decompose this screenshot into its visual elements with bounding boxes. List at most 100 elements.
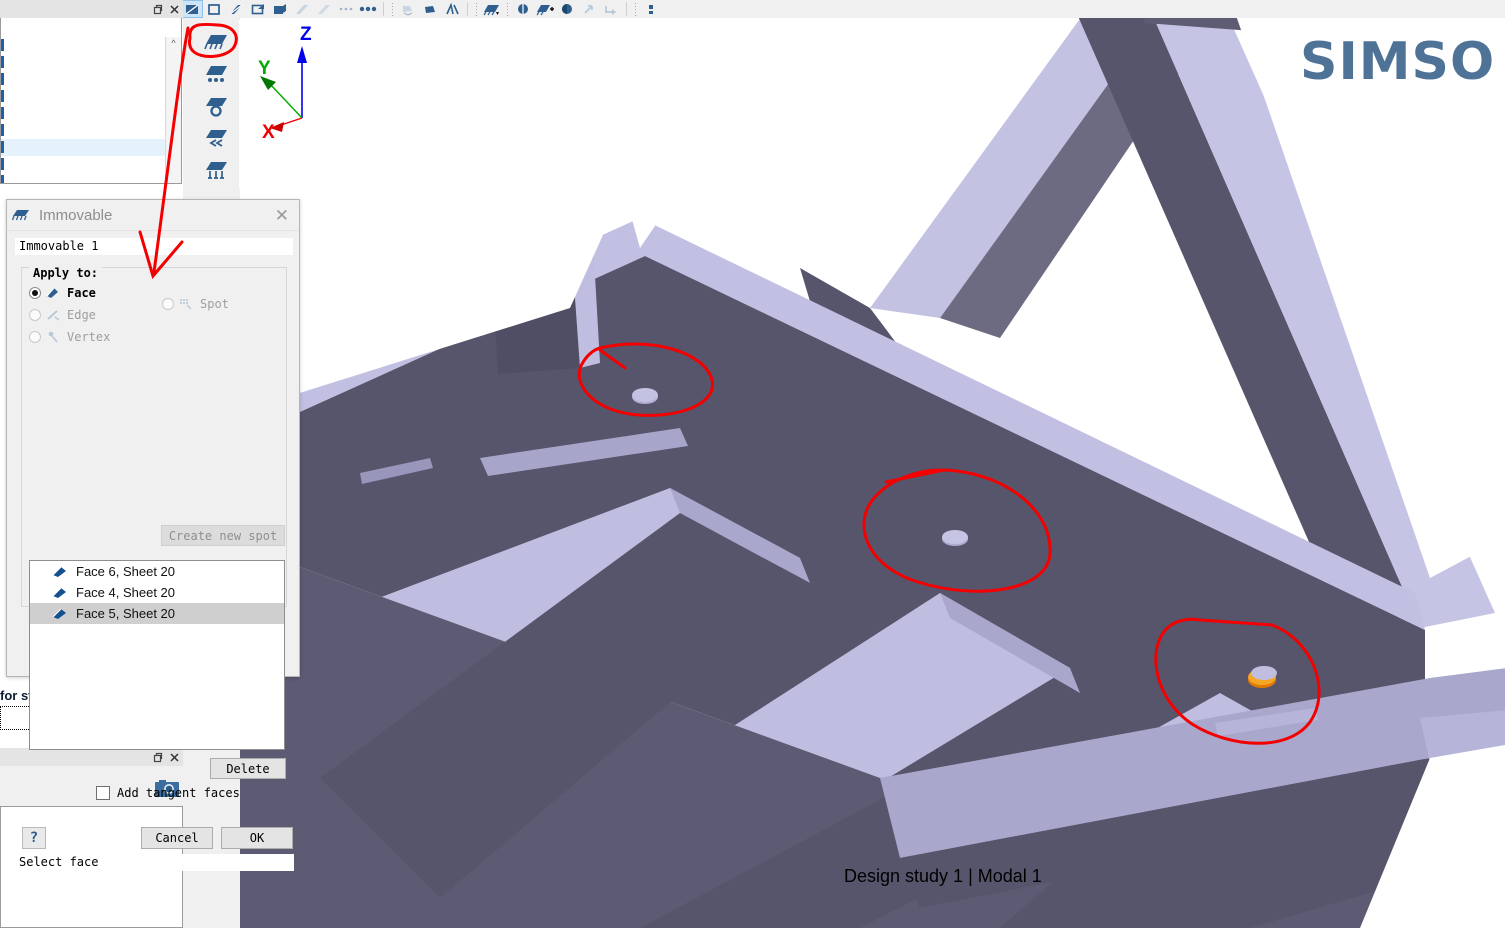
radio-face[interactable]: Face [29,286,96,300]
symmetric-icon[interactable] [199,122,233,154]
tree-row[interactable] [1,88,167,105]
toolbar-grip[interactable] [475,2,478,16]
arrow-right-icon[interactable] [600,0,622,18]
edge-icon [46,308,61,322]
left-panel-bottom-titlebar [0,748,183,766]
tree-row[interactable] [1,71,167,88]
axis-label-z: Z [300,24,312,45]
close-icon[interactable] [166,749,183,765]
create-new-spot-button[interactable]: Create new spot [161,525,285,546]
list-item-selected[interactable]: Face 5, Sheet 20 [30,603,284,624]
tree-row-marker [1,175,4,183]
immovable-plus-icon[interactable] [534,0,556,18]
ellipsis-small-icon[interactable] [335,0,357,18]
pressure-icon[interactable] [556,0,578,18]
list-item[interactable]: Face 4, Sheet 20 [30,582,284,603]
arrow-up-icon[interactable] [578,0,600,18]
add-tangent-faces-checkbox[interactable] [96,786,110,800]
axis-label-x: X [262,122,275,143]
tree-row-marker [1,107,4,119]
tree-row[interactable] [1,156,167,173]
radio-label-vertex: Vertex [67,330,110,344]
immovable-icon [11,208,31,222]
hidden-icon[interactable] [313,0,335,18]
radio-dot [32,290,38,296]
transparent-icon[interactable] [247,0,269,18]
close-icon[interactable]: ✕ [275,207,295,224]
toolbar-group-view [397,0,463,18]
wireframe-icon[interactable] [203,0,225,18]
toolbar-grip[interactable] [506,2,509,16]
immovable-dots-icon[interactable] [199,58,233,90]
add-tangent-faces-label: Add tangent faces [117,786,240,800]
toolbar-grip[interactable] [391,2,394,16]
close-icon[interactable] [166,1,183,17]
radio-indicator-face[interactable] [29,287,41,299]
face-icon [46,286,61,300]
constraint-toolbar-filler-left [183,18,193,188]
tree-row[interactable] [1,37,167,54]
tree-row-marker [1,56,4,68]
immovable-dialog[interactable]: Immovable ✕ Immovable 1 Apply to: Face E… [6,199,300,677]
immovable-icon[interactable] [199,26,233,58]
list-item-label: Face 5, Sheet 20 [76,606,175,621]
radio-vertex[interactable]: Vertex [29,330,110,344]
axis-triad: Z Y X [240,18,330,143]
zoom-window-icon[interactable] [441,0,463,18]
tree-row[interactable] [1,173,167,183]
toolbar-separator [626,2,627,16]
ellipsis-large-icon[interactable] [357,0,379,18]
radio-spot[interactable]: Spot [162,297,229,311]
radio-edge[interactable]: Edge [29,308,96,322]
radio-indicator-spot[interactable] [162,298,174,310]
tree-row-marker [1,73,4,85]
delete-button[interactable]: Delete [210,758,286,779]
selected-faces-list[interactable]: Face 6, Sheet 20 Face 4, Sheet 20 Face 5… [29,560,285,750]
column-icon[interactable] [640,0,662,18]
rotate-icon[interactable] [419,0,441,18]
spot-icon [179,297,194,311]
tree-row[interactable] [1,122,167,139]
restore-icon[interactable] [149,749,166,765]
immovable-add-icon[interactable] [481,0,503,18]
model-tree[interactable] [1,37,167,183]
tree-row[interactable] [1,54,167,71]
face-icon [52,565,68,579]
toolbar-grip[interactable] [634,2,637,16]
vertex-icon [46,330,61,344]
constraint-toolbar[interactable] [193,18,239,188]
radio-indicator-edge[interactable] [29,309,41,321]
dialog-titlebar[interactable]: Immovable ✕ [7,200,299,231]
toolbar-group-constraints [481,0,622,18]
left-panel-top[interactable]: ^ [0,18,182,184]
tree-row[interactable] [1,105,167,122]
ok-button[interactable]: OK [221,827,293,849]
radio-label-face: Face [67,286,96,300]
scroll-up-arrow[interactable]: ^ [171,37,175,49]
dialog-status-bar: Select face [15,854,294,871]
3d-viewport[interactable]: SIMSO Design study 1 | Modal 1 Z Y X [240,18,1505,928]
add-tangent-faces-row[interactable]: Add tangent faces [96,786,240,800]
axis-label-y: Y [258,58,271,79]
solid-icon[interactable] [269,0,291,18]
support-icon[interactable] [199,154,233,186]
list-item[interactable]: Face 6, Sheet 20 [30,561,284,582]
tree-row-selected[interactable] [1,139,167,156]
ghost-icon[interactable] [291,0,313,18]
sliding-icon[interactable] [199,90,233,122]
toolbar-separator [383,2,384,16]
force-icon[interactable] [512,0,534,18]
constraint-name-input[interactable]: Immovable 1 [15,238,293,255]
shaded-edges-icon[interactable] [225,0,247,18]
apply-to-legend: Apply to: [29,266,102,280]
pan-icon[interactable] [397,0,419,18]
shaded-mode-icon[interactable] [181,0,203,18]
restore-icon[interactable] [149,1,166,17]
left-panel-scrollbar[interactable]: ^ [165,37,181,183]
radio-label-edge: Edge [67,308,96,322]
top-toolbar[interactable] [0,0,1505,19]
help-button[interactable]: ? [22,827,46,849]
radio-indicator-vertex[interactable] [29,331,41,343]
brand-logo: SIMSO [1300,32,1495,92]
cancel-button[interactable]: Cancel [141,827,213,849]
